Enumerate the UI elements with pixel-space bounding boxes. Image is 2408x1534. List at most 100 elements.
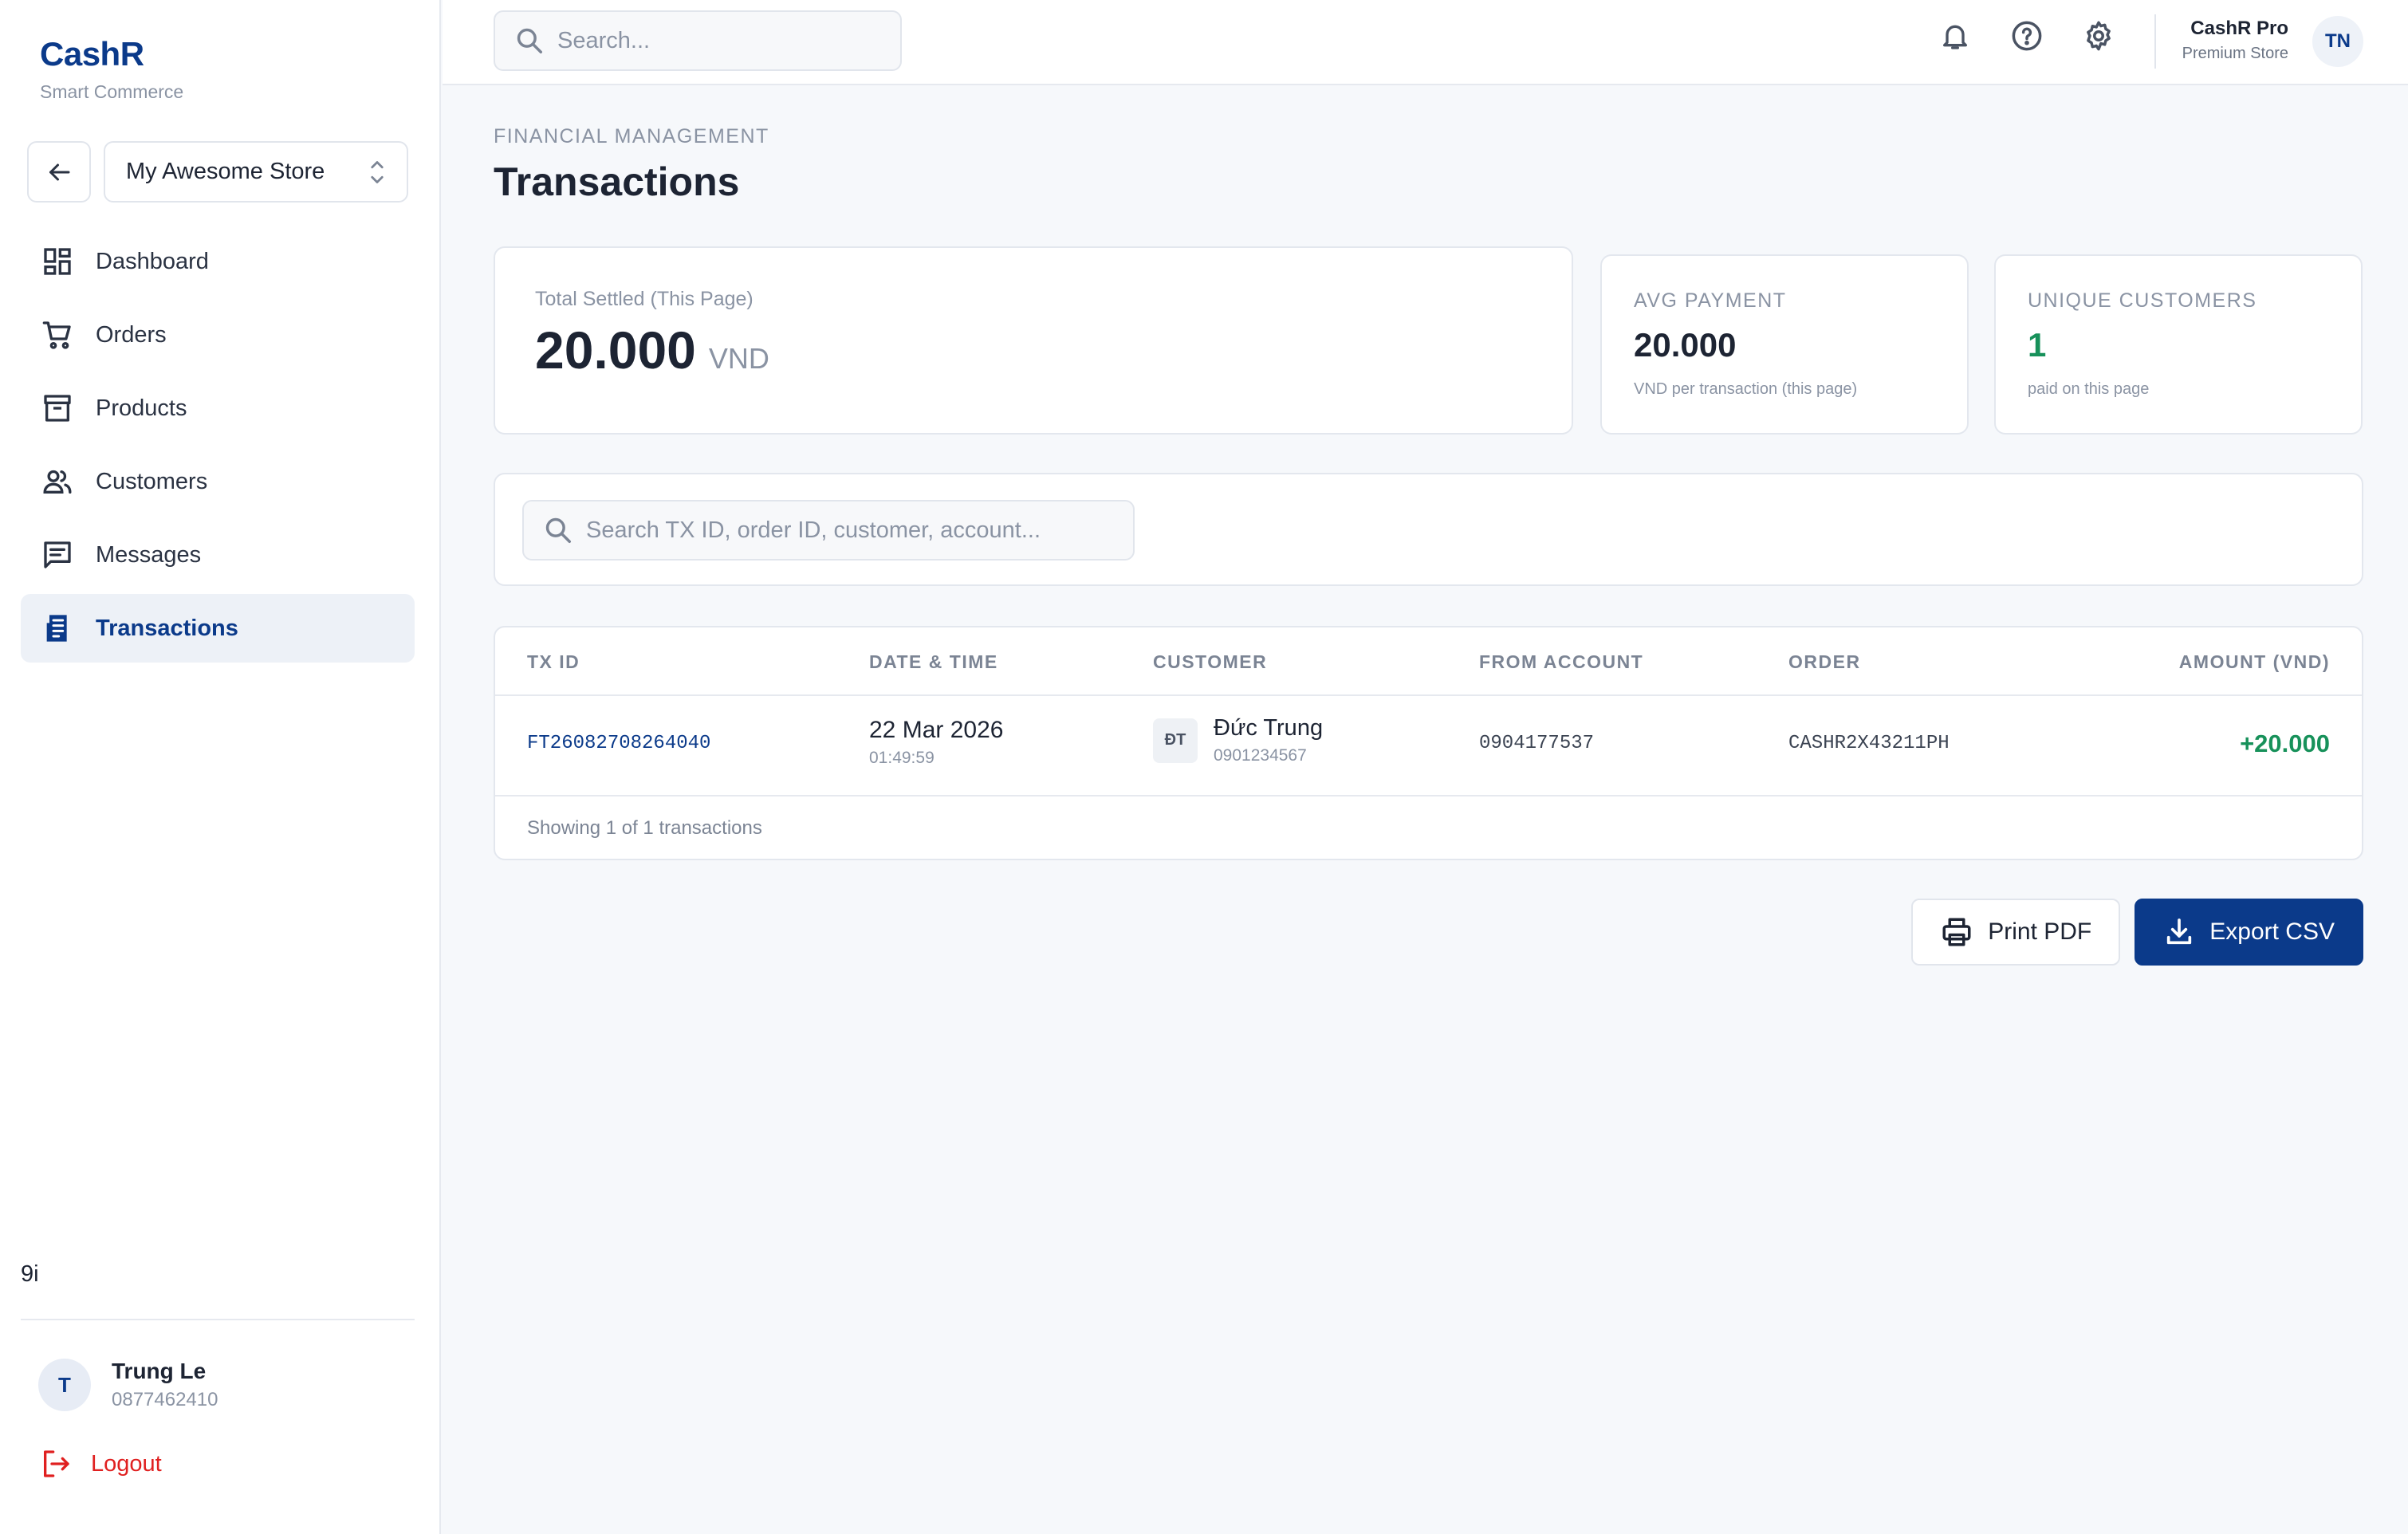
header-customer[interactable]: CUSTOMER: [1153, 651, 1267, 673]
unique-customers-label: UNIQUE CUSTOMERS: [2028, 289, 2257, 312]
sidebar-item-label: Messages: [96, 541, 202, 568]
tx-order[interactable]: CASHR2X43211PH: [1788, 733, 1950, 754]
sidebar-item-label: Dashboard: [96, 248, 209, 274]
total-settled-currency: VND: [708, 342, 769, 375]
topbar: CashR Pro Premium Store TN: [443, 0, 2408, 85]
sidebar-item-label: Customers: [96, 468, 208, 494]
store-name: My Awesome Store: [126, 159, 325, 184]
logout-icon: [44, 1450, 69, 1477]
app-root: CashR Smart Commerce My Awesome Store Da…: [0, 0, 2408, 1534]
user-name: Trung Le: [112, 1359, 207, 1383]
sidebar-item-customers[interactable]: Customers: [21, 447, 415, 516]
arrow-left-icon: [49, 163, 70, 180]
header-order[interactable]: ORDER: [1788, 651, 1861, 673]
bell-icon: [1943, 25, 1967, 49]
export-csv-label: Export CSV: [2209, 918, 2335, 945]
tx-customer: ĐT Đức Trung 0901234567: [1153, 715, 1323, 765]
brand-tagline: Smart Commerce: [40, 81, 184, 102]
avg-payment-card: AVG PAYMENT 20.000 VND per transaction (…: [1600, 254, 1969, 435]
logout-label: Logout: [91, 1450, 162, 1477]
sidebar-item-orders[interactable]: Orders: [21, 301, 415, 369]
topbar-icons: [1937, 18, 2117, 54]
total-settled-label: Total Settled (This Page): [535, 288, 753, 310]
message-icon: [40, 537, 75, 572]
notifications-button[interactable]: [1937, 18, 1973, 54]
global-search-input[interactable]: [557, 27, 876, 54]
print-pdf-label: Print PDF: [1988, 918, 2092, 945]
help-icon: [2012, 21, 2042, 51]
customer-avatar: ĐT: [1153, 718, 1198, 763]
people-icon: [40, 464, 75, 499]
page-eyebrow: FINANCIAL MANAGEMENT: [494, 125, 769, 148]
dashboard-icon: [40, 244, 75, 279]
sidebar-item-dashboard[interactable]: Dashboard: [21, 227, 415, 296]
unique-customers-value: 1: [2028, 326, 2047, 364]
download-icon: [2167, 918, 2192, 945]
user-avatar: T: [38, 1359, 91, 1411]
sidebar-item-label: Orders: [96, 321, 167, 348]
brand: CashR Smart Commerce: [40, 35, 183, 103]
search-icon: [517, 28, 542, 53]
sidebar-nav: Dashboard Orders Products Customers Mess…: [21, 227, 415, 667]
gear-icon: [2087, 21, 2111, 51]
sidebar-item-transactions[interactable]: Transactions: [21, 594, 415, 663]
back-button[interactable]: [27, 141, 91, 203]
tx-amount: +20.000: [2240, 730, 2330, 757]
sidebar-item-label: Products: [96, 395, 187, 421]
total-settled-value: 20.000: [535, 321, 696, 380]
version-tag: 9i: [21, 1261, 39, 1287]
account-info[interactable]: CashR Pro Premium Store: [2182, 18, 2288, 63]
account-avatar[interactable]: TN: [2312, 16, 2363, 67]
page-actions: Print PDF Export CSV: [1911, 899, 2363, 966]
transaction-search-input[interactable]: [586, 517, 1128, 544]
cart-icon: [40, 317, 75, 352]
header-from-account[interactable]: FROM ACCOUNT: [1479, 651, 1643, 673]
topbar-divider: [2154, 14, 2156, 69]
current-user[interactable]: T Trung Le 0877462410: [38, 1359, 218, 1411]
page-title: Transactions: [494, 159, 740, 204]
unique-customers-note: paid on this page: [2028, 380, 2150, 398]
print-pdf-button[interactable]: Print PDF: [1911, 899, 2121, 966]
user-phone: 0877462410: [112, 1389, 218, 1410]
header-txid[interactable]: TX ID: [527, 651, 580, 673]
store-switcher: My Awesome Store: [27, 141, 408, 203]
customer-phone: 0901234567: [1214, 746, 1307, 765]
header-datetime[interactable]: DATE & TIME: [869, 651, 998, 673]
global-search[interactable]: [494, 10, 902, 71]
tx-from-account: 0904177537: [1479, 733, 1595, 754]
receipt-icon: [40, 611, 75, 646]
help-button[interactable]: [2009, 18, 2045, 54]
archive-icon: [40, 391, 75, 426]
settings-button[interactable]: [2080, 18, 2117, 54]
sidebar-item-products[interactable]: Products: [21, 374, 415, 442]
avg-payment-label: AVG PAYMENT: [1634, 289, 1787, 312]
export-csv-button[interactable]: Export CSV: [2135, 899, 2363, 966]
sidebar-divider: [21, 1319, 415, 1320]
tx-datetime: 22 Mar 2026 01:49:59: [869, 717, 1003, 768]
avg-payment-value: 20.000: [1634, 326, 1737, 364]
header-amount[interactable]: AMOUNT (VND): [2179, 651, 2330, 673]
table-row[interactable]: FT26082708264040 22 Mar 2026 01:49:59 ĐT…: [495, 696, 2362, 796]
brand-name[interactable]: CashR: [40, 35, 183, 73]
sidebar-item-messages[interactable]: Messages: [21, 521, 415, 589]
search-icon: [545, 517, 571, 543]
table-header: TX ID DATE & TIME CUSTOMER FROM ACCOUNT …: [495, 627, 2362, 696]
account-name: CashR Pro: [2190, 18, 2288, 39]
sidebar: CashR Smart Commerce My Awesome Store Da…: [0, 0, 441, 1534]
chevron-up-down-icon: [371, 160, 384, 183]
printer-icon: [1942, 918, 1971, 946]
table-footer-count: Showing 1 of 1 transactions: [527, 817, 762, 839]
account-tier: Premium Store: [2182, 45, 2288, 62]
transaction-search[interactable]: [522, 500, 1135, 560]
tx-time: 01:49:59: [869, 749, 934, 767]
sidebar-item-label: Transactions: [96, 615, 238, 641]
store-select[interactable]: My Awesome Store: [104, 141, 408, 203]
avg-payment-note: VND per transaction (this page): [1634, 380, 1858, 398]
unique-customers-card: UNIQUE CUSTOMERS 1 paid on this page: [1994, 254, 2363, 435]
tx-date: 22 Mar 2026: [869, 717, 1004, 743]
transactions-table: TX ID DATE & TIME CUSTOMER FROM ACCOUNT …: [494, 626, 2363, 860]
tx-id[interactable]: FT26082708264040: [527, 733, 710, 754]
logout-button[interactable]: Logout: [40, 1448, 162, 1480]
customer-name: Đức Trung: [1214, 715, 1324, 741]
filter-card: [494, 473, 2363, 586]
